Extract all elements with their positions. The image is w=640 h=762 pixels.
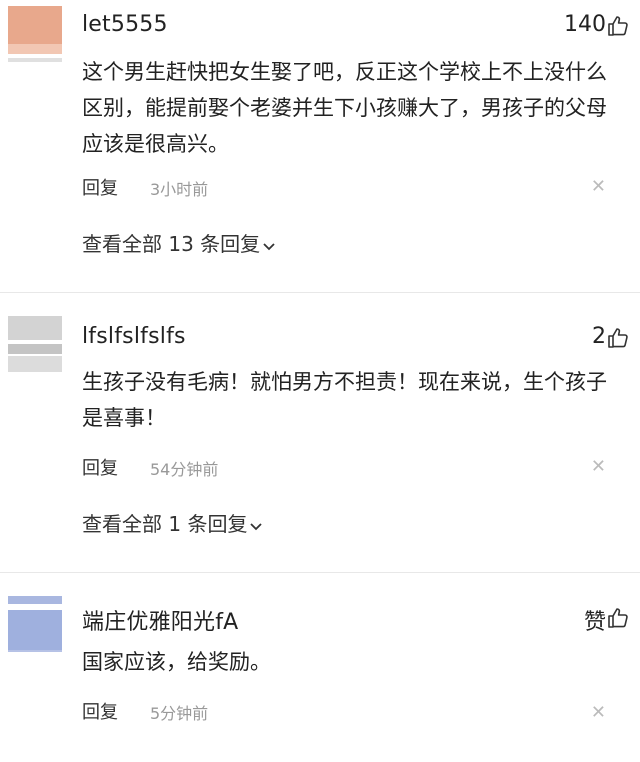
- avatar-block-mid: [8, 610, 62, 650]
- avatar-block-top: [8, 596, 62, 604]
- like-label: 赞: [583, 610, 606, 635]
- thumbs-up-icon[interactable]: [606, 606, 630, 630]
- avatar[interactable]: [8, 596, 62, 652]
- username[interactable]: 端庄优雅阳光fA: [82, 604, 238, 636]
- timestamp: 5分钟前: [150, 704, 209, 723]
- reply-button[interactable]: 回复: [82, 698, 118, 724]
- avatar-block-bottom: [8, 650, 62, 652]
- close-icon[interactable]: ✕: [591, 702, 606, 723]
- comment-item: 端庄优雅阳光fA 赞 国家应该，给奖励。 回复 5分钟前 ✕: [0, 0, 640, 762]
- comment-text: 国家应该，给奖励。: [82, 650, 271, 674]
